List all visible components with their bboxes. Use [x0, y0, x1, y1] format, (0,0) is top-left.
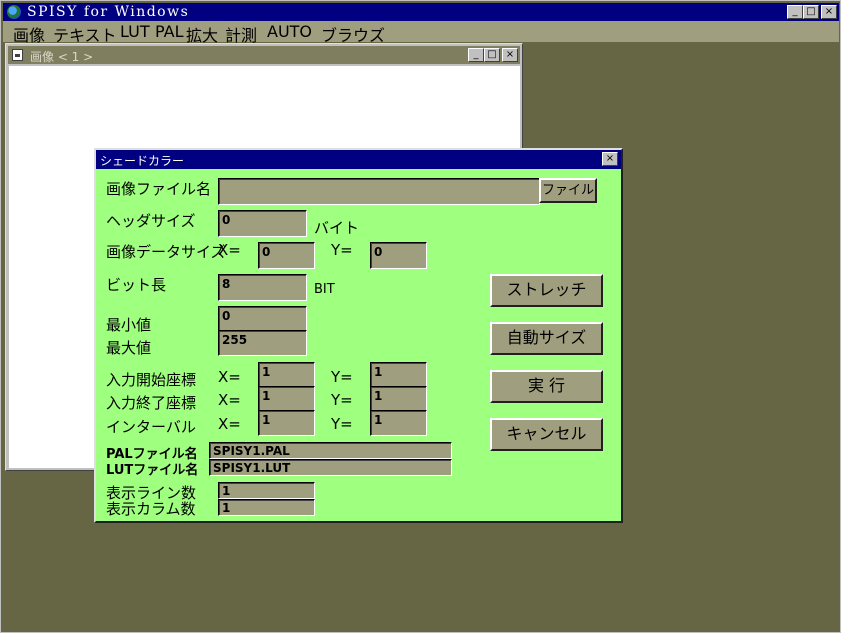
input-end-label: 入力終了座標	[106, 394, 197, 412]
auto-size-button[interactable]: 自動サイズ	[490, 322, 603, 355]
main-title-bar[interactable]: SPISY for Windows _ □ ×	[3, 3, 839, 21]
data-size-x-input[interactable]: 0	[258, 242, 315, 269]
minimize-button[interactable]: _	[787, 5, 803, 19]
image-file-label: 画像ファイル名	[106, 180, 212, 198]
main-window: SPISY for Windows _ □ × 画像 テキスト LUT PAL …	[0, 0, 841, 633]
stretch-button[interactable]: ストレッチ	[490, 274, 603, 307]
interval-x-input[interactable]: 1	[258, 410, 315, 436]
menu-bar: 画像 テキスト LUT PAL 拡大 計測 AUTO ブラウズ	[3, 21, 839, 45]
header-size-unit: バイト	[314, 219, 360, 237]
interval-y-label: Y=	[331, 415, 353, 433]
app-globe-icon	[7, 5, 21, 19]
display-columns-label: 表示カラム数	[106, 500, 196, 518]
interval-label: インターバル	[106, 418, 196, 436]
data-size-y-input[interactable]: 0	[370, 242, 427, 269]
child-title-bar[interactable]: 画像 < 1 > _ □ ×	[8, 46, 520, 64]
max-value-label: 最大値	[106, 339, 152, 357]
bit-length-unit: BIT	[314, 282, 335, 297]
bit-length-label: ビット長	[106, 276, 167, 294]
child-close-button[interactable]: ×	[502, 48, 518, 62]
app-title: SPISY for Windows	[27, 4, 190, 20]
lut-file-label: LUTファイル名	[106, 463, 199, 478]
display-lines-input[interactable]: 1	[218, 482, 315, 499]
menu-lut[interactable]: LUT	[120, 22, 150, 41]
header-size-input[interactable]: 0	[218, 210, 307, 237]
dialog-title: シェードカラー	[100, 154, 185, 168]
image-file-input[interactable]	[218, 178, 540, 205]
maximize-button[interactable]: □	[803, 5, 819, 19]
menu-auto[interactable]: AUTO	[267, 22, 312, 41]
close-button[interactable]: ×	[821, 5, 837, 19]
header-size-label: ヘッダサイズ	[106, 212, 196, 230]
input-end-y-input[interactable]: 1	[370, 386, 427, 411]
interval-x-label: X=	[218, 415, 241, 433]
input-start-y-input[interactable]: 1	[370, 362, 427, 387]
image-doc-icon	[12, 49, 23, 61]
menu-pal[interactable]: PAL	[155, 22, 183, 41]
max-value-input[interactable]: 255	[218, 330, 307, 356]
dialog-close-button[interactable]: ×	[602, 152, 618, 166]
input-start-x-label: X=	[218, 368, 241, 386]
dialog-title-bar[interactable]: シェードカラー ×	[96, 150, 621, 169]
input-start-y-label: Y=	[331, 368, 353, 386]
execute-button[interactable]: 実 行	[490, 370, 603, 403]
shade-color-dialog: シェードカラー × 画像ファイル名 ファイル ヘッダサイズ 0 バイト 画像デー…	[94, 148, 623, 523]
input-end-x-label: X=	[218, 391, 241, 409]
child-window-title: 画像 < 1 >	[30, 50, 94, 64]
interval-y-input[interactable]: 1	[370, 410, 427, 436]
data-size-y-label: Y=	[331, 241, 353, 259]
pal-file-input[interactable]: SPISY1.PAL	[209, 442, 452, 459]
cancel-button[interactable]: キャンセル	[490, 418, 603, 451]
bit-length-input[interactable]: 8	[218, 274, 307, 301]
min-value-label: 最小値	[106, 316, 152, 334]
child-minimize-button[interactable]: _	[468, 48, 484, 62]
input-end-y-label: Y=	[331, 391, 353, 409]
data-size-label: 画像データサイズ	[106, 243, 226, 261]
input-start-label: 入力開始座標	[106, 371, 197, 389]
min-value-input[interactable]: 0	[218, 306, 307, 331]
lut-file-input[interactable]: SPISY1.LUT	[209, 459, 452, 476]
file-browse-button[interactable]: ファイル	[539, 178, 597, 203]
data-size-x-label: X=	[218, 241, 241, 259]
input-start-x-input[interactable]: 1	[258, 362, 315, 387]
child-maximize-button[interactable]: □	[484, 48, 500, 62]
input-end-x-input[interactable]: 1	[258, 386, 315, 411]
display-columns-input[interactable]: 1	[218, 499, 315, 516]
